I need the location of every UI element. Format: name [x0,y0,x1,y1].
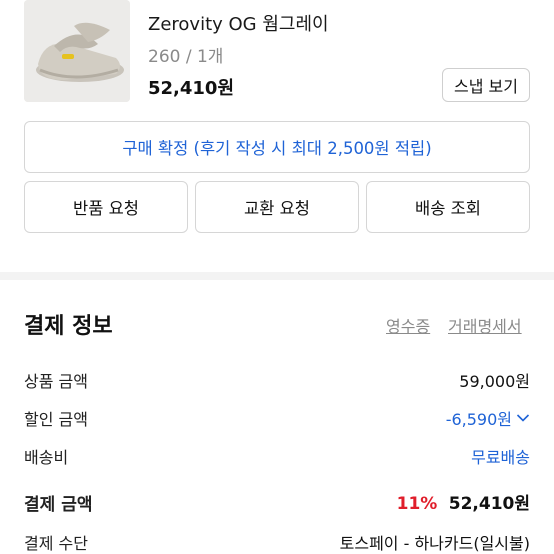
section-divider [0,272,554,280]
product-option: 260 / 1개 [148,47,224,67]
order-product-card: Zerovity OG 웜그레이 260 / 1개 52,410원 스냅 보기 [24,0,532,104]
product-amount-label: 상품 금액 [24,372,88,391]
discount-amount-value: -6,590원 [445,410,512,429]
product-name[interactable]: Zerovity OG 웜그레이 [148,10,329,36]
delivery-tracking-button[interactable]: 배송 조회 [366,181,530,233]
discount-amount-label: 할인 금액 [24,410,88,429]
product-image[interactable] [24,0,130,102]
product-amount-value: 59,000원 [459,372,530,391]
return-request-button[interactable]: 반품 요청 [24,181,188,233]
receipt-link[interactable]: 영수증 [386,313,430,337]
discount-amount-toggle[interactable]: -6,590원 [446,406,530,430]
total-amount-value: 52,410원 [448,494,530,514]
total-discount-rate: 11% [396,494,438,514]
snap-view-button[interactable]: 스냅 보기 [442,68,530,102]
payment-method-value: 토스페이 - 하나카드(일시불) [339,534,530,553]
payment-info-title: 결제 정보 [24,314,113,339]
total-amount: 11% 52,410원 [397,489,530,514]
payment-method-label: 결제 수단 [24,534,88,553]
transaction-statement-link[interactable]: 거래명세서 [448,313,522,337]
shipping-fee-value: 무료배송 [471,448,530,467]
product-price: 52,410원 [148,78,235,99]
chevron-down-icon [516,414,530,422]
shipping-fee-label: 배송비 [24,448,69,467]
purchase-confirm-button[interactable]: 구매 확정 (후기 작성 시 최대 2,500원 적립) [24,121,530,173]
total-amount-label: 결제 금액 [24,495,93,515]
exchange-request-button[interactable]: 교환 요청 [195,181,359,233]
sandal-image [24,0,130,102]
